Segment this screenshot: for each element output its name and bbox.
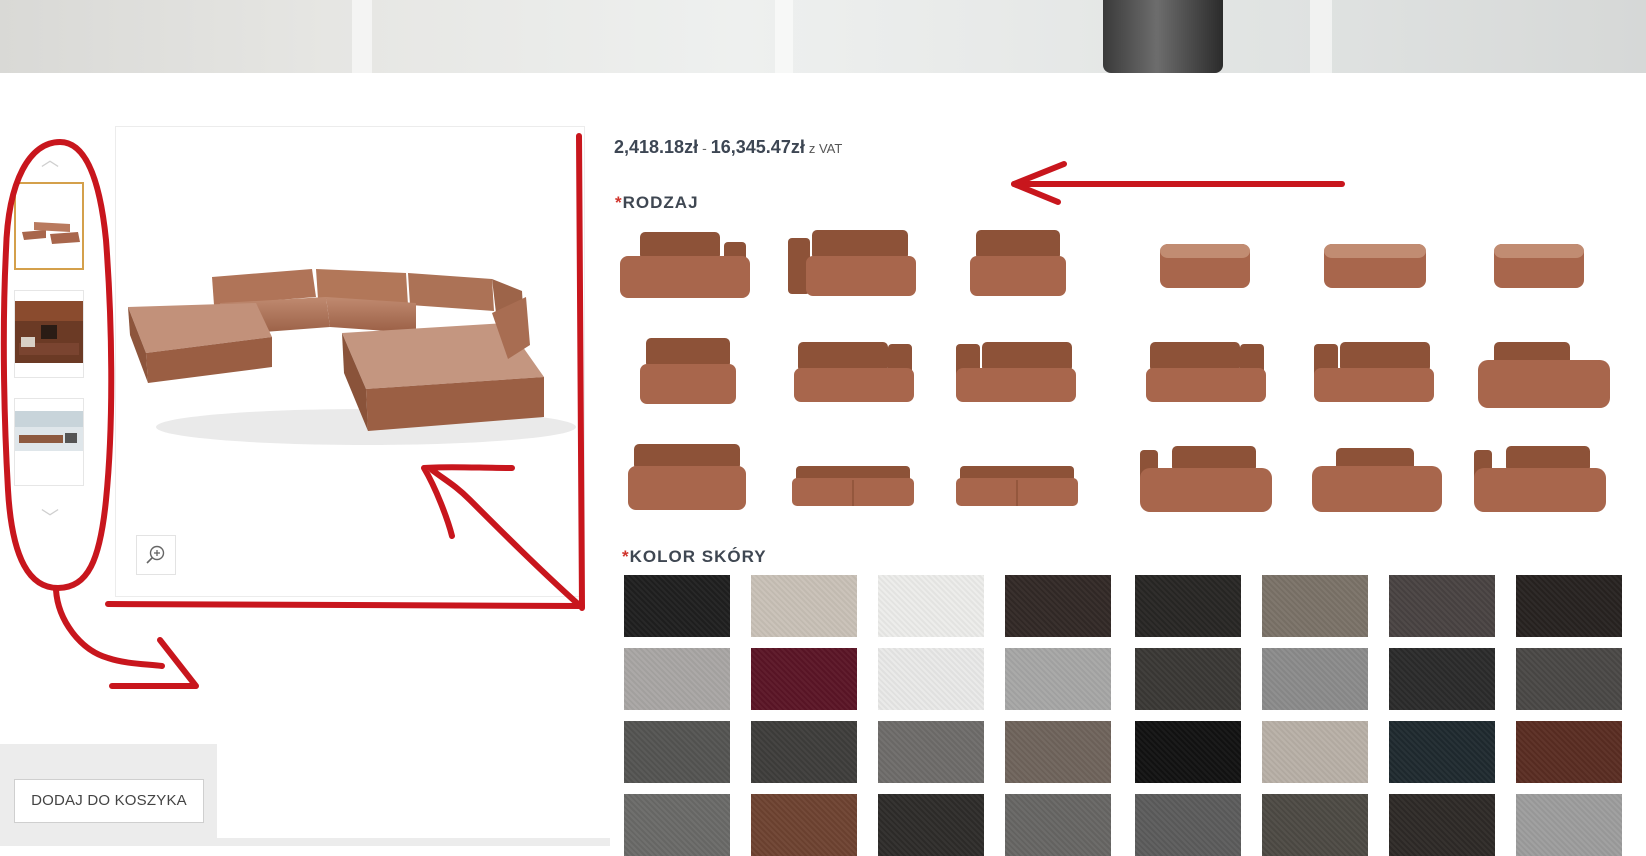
type-option-armchair-arm-left[interactable] xyxy=(1300,330,1450,430)
add-to-cart-button[interactable]: DODAJ DO KOSZYKA xyxy=(14,779,204,823)
type-option-armchair-arm-left[interactable] xyxy=(942,330,1092,430)
type-option-armchair-arm-right[interactable] xyxy=(1130,330,1280,430)
leather-color-swatch[interactable] xyxy=(1262,794,1368,856)
leather-color-swatch[interactable] xyxy=(878,794,984,856)
type-option-two-seat[interactable] xyxy=(942,436,1092,536)
type-option-armchair-small[interactable] xyxy=(942,222,1092,322)
thumbnail-sofa-interior[interactable] xyxy=(14,290,84,378)
leather-color-swatch[interactable] xyxy=(878,721,984,783)
leather-color-swatch[interactable] xyxy=(1135,794,1241,856)
zoom-button[interactable] xyxy=(136,535,176,575)
main-product-image[interactable] xyxy=(115,126,585,597)
type-option-chaise-mid[interactable] xyxy=(1300,436,1450,536)
price-min: 2,418.18zł xyxy=(614,137,699,157)
type-option-chaise-right[interactable] xyxy=(1464,330,1614,430)
leather-color-swatch[interactable] xyxy=(751,648,857,710)
thumbnail-sofa-front[interactable] xyxy=(14,182,84,270)
leather-color-swatch[interactable] xyxy=(624,648,730,710)
type-option-armchair-wide[interactable] xyxy=(778,222,928,322)
leather-color-swatch[interactable] xyxy=(1135,721,1241,783)
banner-vase-image xyxy=(1103,0,1223,73)
type-option-armchair-small[interactable] xyxy=(612,330,762,430)
leather-color-swatch[interactable] xyxy=(751,721,857,783)
leather-color-swatch[interactable] xyxy=(1389,721,1495,783)
footer-divider xyxy=(0,838,610,846)
type-option-ottoman-wide[interactable] xyxy=(1300,222,1450,322)
leather-color-swatch[interactable] xyxy=(1389,575,1495,637)
type-option-chaise-left[interactable] xyxy=(1130,436,1280,536)
type-option-chaise-left[interactable] xyxy=(1464,436,1614,536)
thumbnail-up-arrow[interactable]: ︿ xyxy=(14,150,86,170)
leather-color-swatch[interactable] xyxy=(1262,721,1368,783)
leather-color-swatch[interactable] xyxy=(1135,648,1241,710)
leather-color-swatch[interactable] xyxy=(1005,721,1111,783)
leather-color-swatch[interactable] xyxy=(1516,575,1622,637)
hero-banner xyxy=(0,0,1646,73)
leather-color-swatch[interactable] xyxy=(624,721,730,783)
thumbnail-sofa-room[interactable] xyxy=(14,398,84,486)
leather-color-swatch[interactable] xyxy=(1516,794,1622,856)
leather-color-swatch[interactable] xyxy=(1005,575,1111,637)
zoom-in-icon xyxy=(146,545,165,564)
thumbnail-gallery: ︿ ﹀ xyxy=(14,150,86,528)
thumbnail-down-arrow[interactable]: ﹀ xyxy=(14,508,86,528)
leather-color-swatch[interactable] xyxy=(1516,648,1622,710)
leather-color-swatch[interactable] xyxy=(624,575,730,637)
type-option-ottoman[interactable] xyxy=(1464,222,1614,322)
leather-color-swatch[interactable] xyxy=(1516,721,1622,783)
leather-color-swatch[interactable] xyxy=(1389,648,1495,710)
leather-color-swatch[interactable] xyxy=(751,794,857,856)
type-option-corner-left[interactable] xyxy=(612,222,762,322)
type-option-armchair-low[interactable] xyxy=(612,436,762,536)
leather-color-swatch[interactable] xyxy=(1135,575,1241,637)
price-range: 2,418.18zł -16,345.47zł z VAT xyxy=(614,137,842,158)
price-separator: - xyxy=(702,140,707,156)
type-option-two-seat[interactable] xyxy=(778,436,928,536)
leather-color-swatch[interactable] xyxy=(1005,794,1111,856)
leather-color-swatch[interactable] xyxy=(1262,575,1368,637)
leather-color-swatch[interactable] xyxy=(878,648,984,710)
leather-color-swatch[interactable] xyxy=(1262,648,1368,710)
leather-color-swatch[interactable] xyxy=(751,575,857,637)
price-max: 16,345.47zł xyxy=(710,137,805,157)
price-vat-note: z VAT xyxy=(808,141,843,156)
type-option-armchair-arm-right[interactable] xyxy=(778,330,928,430)
leather-color-swatch[interactable] xyxy=(878,575,984,637)
leather-color-swatch[interactable] xyxy=(624,794,730,856)
color-section-label: *KOLOR SKÓRY xyxy=(622,547,767,566)
type-section-label: *RODZAJ xyxy=(615,193,699,212)
leather-color-swatch[interactable] xyxy=(1389,794,1495,856)
sectional-sofa-image xyxy=(128,269,576,445)
leather-color-swatch[interactable] xyxy=(1005,648,1111,710)
type-option-ottoman[interactable] xyxy=(1130,222,1280,322)
